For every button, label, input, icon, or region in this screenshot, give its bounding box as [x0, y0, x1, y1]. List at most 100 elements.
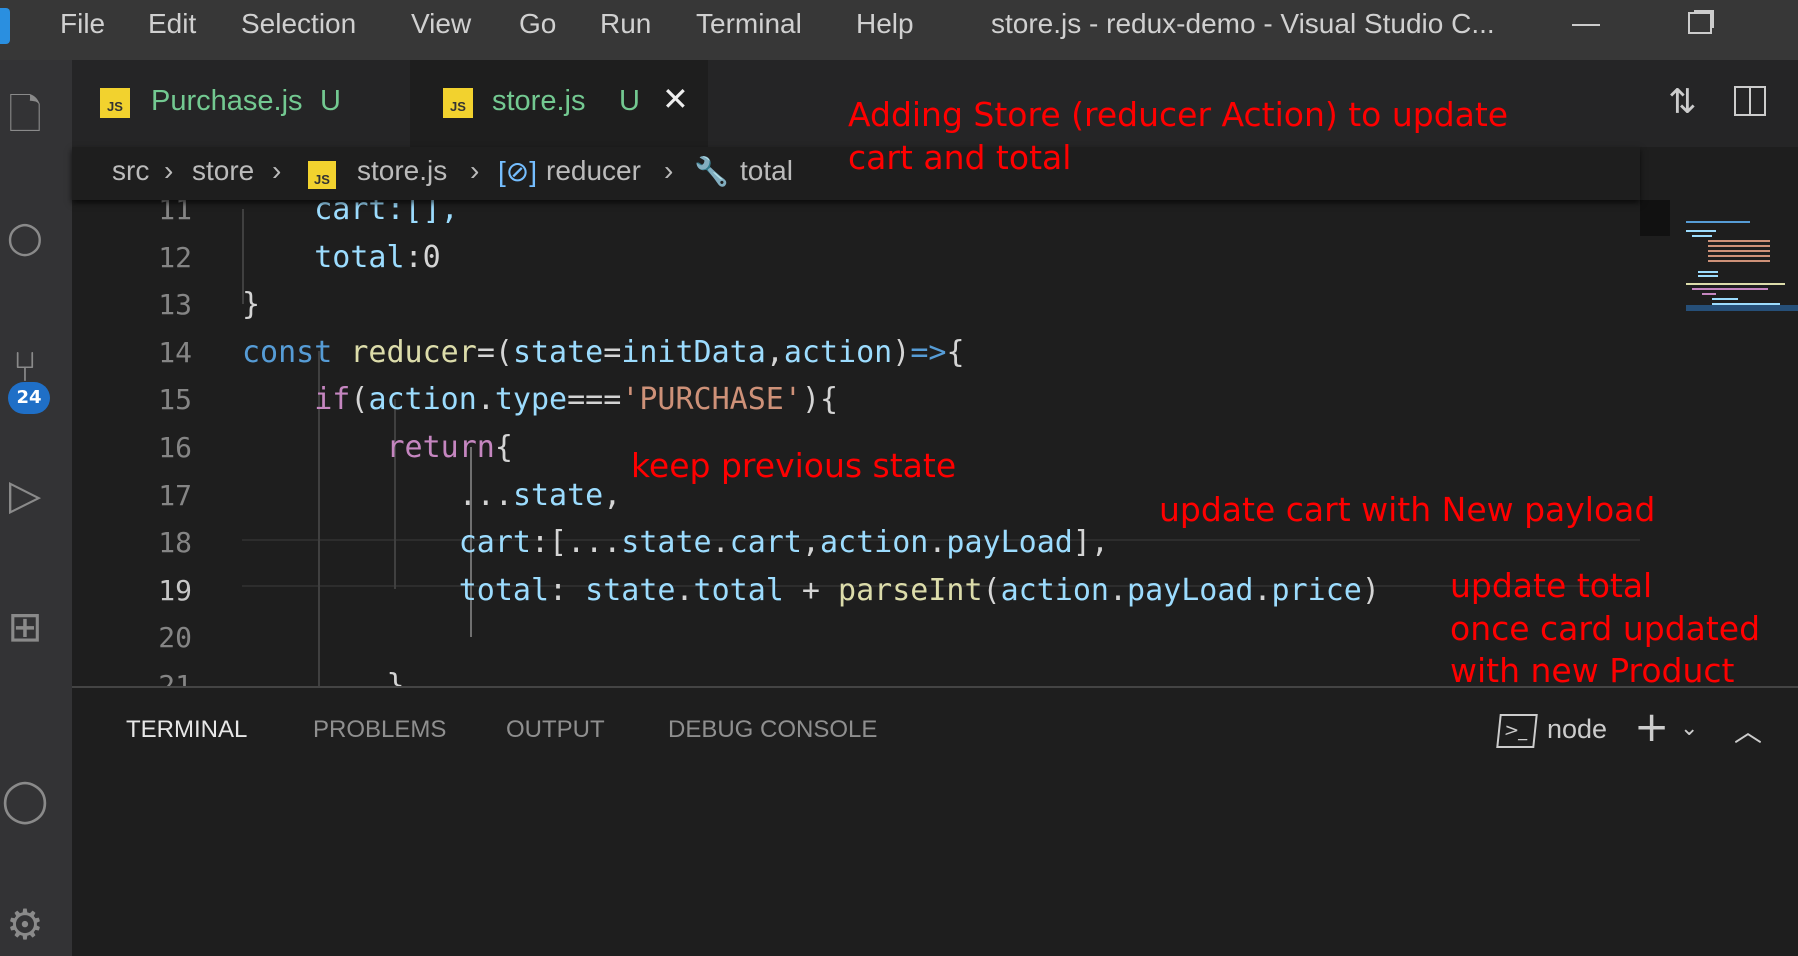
menu-edit[interactable]: Edit: [148, 8, 196, 40]
explorer-icon[interactable]: 🗋: [0, 85, 50, 156]
line-number: 12: [158, 240, 192, 274]
menu-help[interactable]: Help: [856, 8, 914, 40]
code-token: return: [242, 430, 495, 465]
code-token: cart:[],: [242, 200, 459, 227]
account-icon[interactable]: ◯: [0, 775, 50, 824]
tab-status: U: [619, 85, 640, 117]
line-number: 18: [158, 526, 192, 560]
menu-view[interactable]: View: [411, 8, 471, 40]
code-token: .: [476, 382, 495, 418]
settings-gear-icon[interactable]: ⚙: [0, 900, 50, 949]
code-token: :: [549, 572, 586, 608]
code-token: (: [350, 382, 369, 418]
minimize-button[interactable]: [1572, 24, 1600, 26]
code-token: ],: [1072, 525, 1109, 561]
tab-store-js[interactable]: JS store.js U ✕: [410, 60, 708, 147]
annotation-keep-state: keep previous state: [631, 446, 957, 485]
code-token: action: [1000, 572, 1109, 608]
code-token: ): [892, 334, 911, 370]
code-token: .: [675, 572, 694, 608]
panel-tab-terminal[interactable]: TERMINAL: [126, 716, 247, 744]
restore-button[interactable]: [1688, 12, 1712, 34]
line-number: 20: [158, 621, 192, 655]
code-token: type: [494, 382, 568, 418]
tab-label: Purchase.js: [151, 85, 303, 117]
terminal-icon: >_: [1496, 714, 1538, 748]
breadcrumb-file[interactable]: store.js: [357, 155, 447, 187]
search-icon[interactable]: ○: [0, 212, 50, 261]
code-token: ){: [801, 382, 839, 418]
annotation-header-line2: cart and total: [848, 138, 1072, 177]
menu-run[interactable]: Run: [600, 8, 651, 40]
compare-changes-icon[interactable]: ⇅: [1668, 82, 1697, 122]
code-line[interactable]: return{: [242, 424, 513, 472]
menu-file[interactable]: File: [60, 8, 105, 40]
code-line[interactable]: cart:[],: [242, 200, 459, 234]
extensions-icon[interactable]: ⊞: [0, 602, 50, 651]
annotation-total-line2: once card updated: [1450, 609, 1761, 648]
breadcrumb-reducer[interactable]: reducer: [546, 155, 641, 187]
line-number: 16: [158, 431, 192, 464]
code-line[interactable]: total: state.total + parseInt(action.pay…: [242, 567, 1380, 615]
run-debug-icon[interactable]: ▷: [0, 470, 50, 519]
code-token: payLoad: [1127, 572, 1254, 608]
line-number: 15: [158, 383, 192, 417]
code-line[interactable]: }: [242, 662, 405, 686]
code-token: =: [603, 334, 622, 370]
code-token: {: [494, 430, 513, 465]
maximize-panel-icon[interactable]: ︿: [1734, 710, 1762, 750]
code-token: }: [242, 668, 405, 686]
annotation-header-line1: Adding Store (reducer Action) to update: [848, 95, 1509, 134]
panel-tab-debug-console[interactable]: DEBUG CONSOLE: [668, 716, 877, 744]
code-line[interactable]: if(action.type==='PURCHASE'){: [242, 376, 838, 424]
new-terminal-icon[interactable]: +: [1634, 702, 1669, 751]
tab-status: U: [320, 85, 341, 117]
annotation-total-line1: update total: [1450, 566, 1653, 605]
code-token: total: [242, 239, 405, 275]
panel-tab-output[interactable]: OUTPUT: [506, 716, 605, 744]
source-control-badge: 24: [8, 382, 50, 414]
code-line[interactable]: }: [242, 281, 260, 329]
code-line[interactable]: ...state,: [242, 472, 622, 520]
split-editor-icon[interactable]: [1734, 86, 1766, 116]
menu-terminal[interactable]: Terminal: [696, 8, 802, 40]
chevron-right-icon: ›: [272, 155, 282, 186]
code-token: total: [242, 572, 550, 608]
window-title: store.js - redux-demo - Visual Studio C.…: [991, 8, 1495, 39]
menu-go[interactable]: Go: [519, 8, 556, 40]
code-token: ,: [765, 334, 784, 370]
breadcrumb-store[interactable]: store: [192, 155, 254, 187]
code-token: cart: [729, 525, 802, 561]
chevron-down-icon[interactable]: ⌄: [1680, 716, 1698, 741]
breadcrumb-src[interactable]: src: [112, 155, 149, 187]
annotation-update-cart: update cart with New payload: [1159, 490, 1656, 529]
code-token: parseInt: [838, 572, 983, 608]
variable-icon: [⊘]: [498, 156, 538, 187]
terminal-selector[interactable]: node: [1547, 714, 1607, 745]
code-line[interactable]: total:0: [242, 234, 441, 282]
code-line[interactable]: const reducer=(state=initData,action)=>{: [242, 329, 965, 377]
code-token: total: [693, 572, 784, 608]
js-file-icon: JS: [100, 88, 130, 118]
code-token: action: [783, 334, 893, 370]
menu-selection[interactable]: Selection: [241, 8, 356, 40]
code-token: =(: [476, 334, 513, 370]
close-tab-icon[interactable]: ✕: [662, 80, 689, 118]
wrench-icon: 🔧: [694, 156, 729, 187]
code-token: ...: [242, 477, 513, 513]
code-token: state: [585, 572, 676, 608]
code-token: {: [946, 334, 965, 370]
breadcrumb-total[interactable]: total: [740, 155, 793, 187]
code-token: initData: [621, 334, 766, 370]
code-token: ): [1361, 572, 1380, 608]
code-line[interactable]: cart:[...state.cart,action.payLoad],: [242, 519, 1109, 567]
code-token: const: [242, 334, 351, 370]
panel-tab-problems[interactable]: PROBLEMS: [313, 716, 446, 744]
code-token: :[...: [530, 525, 622, 561]
code-editor[interactable]: 11 cart:[], 12 total:0 13} 14 const reducer=…: [72, 200, 1640, 686]
code-token: :0: [404, 239, 441, 275]
line-number: 14: [158, 335, 192, 369]
code-token: action: [368, 382, 477, 418]
code-token: .: [1108, 572, 1128, 608]
tab-purchase-js[interactable]: JS Purchase.js U: [72, 60, 410, 147]
